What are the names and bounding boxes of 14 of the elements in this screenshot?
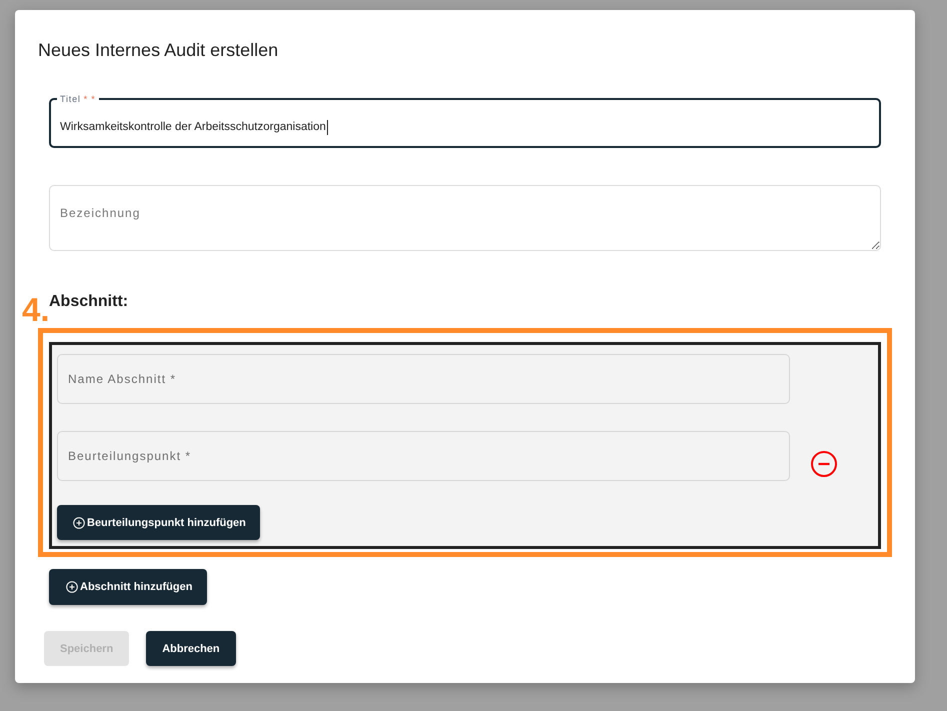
dialog-title: Neues Internes Audit erstellen	[38, 40, 278, 60]
section-heading: Abschnitt:	[49, 292, 128, 312]
minus-circle-icon[interactable]	[811, 451, 837, 477]
plus-circle-icon	[73, 516, 85, 528]
step-number: 4.	[22, 293, 50, 326]
plus-circle-icon	[66, 581, 78, 593]
assessment-point-field[interactable]: Beurteilungspunkt *	[57, 431, 790, 481]
section-name-field[interactable]: Name Abschnitt *	[57, 354, 790, 404]
add-section-button[interactable]: Abschnitt hinzufügen	[49, 569, 208, 605]
description-field[interactable]: Bezeichnung	[49, 185, 881, 251]
add-assessment-point-button[interactable]: Beurteilungspunkt hinzufügen	[57, 505, 260, 540]
text-cursor	[326, 120, 328, 134]
field-label: Titel * *	[57, 94, 99, 105]
cancel-button[interactable]: Abbrechen	[146, 631, 236, 666]
